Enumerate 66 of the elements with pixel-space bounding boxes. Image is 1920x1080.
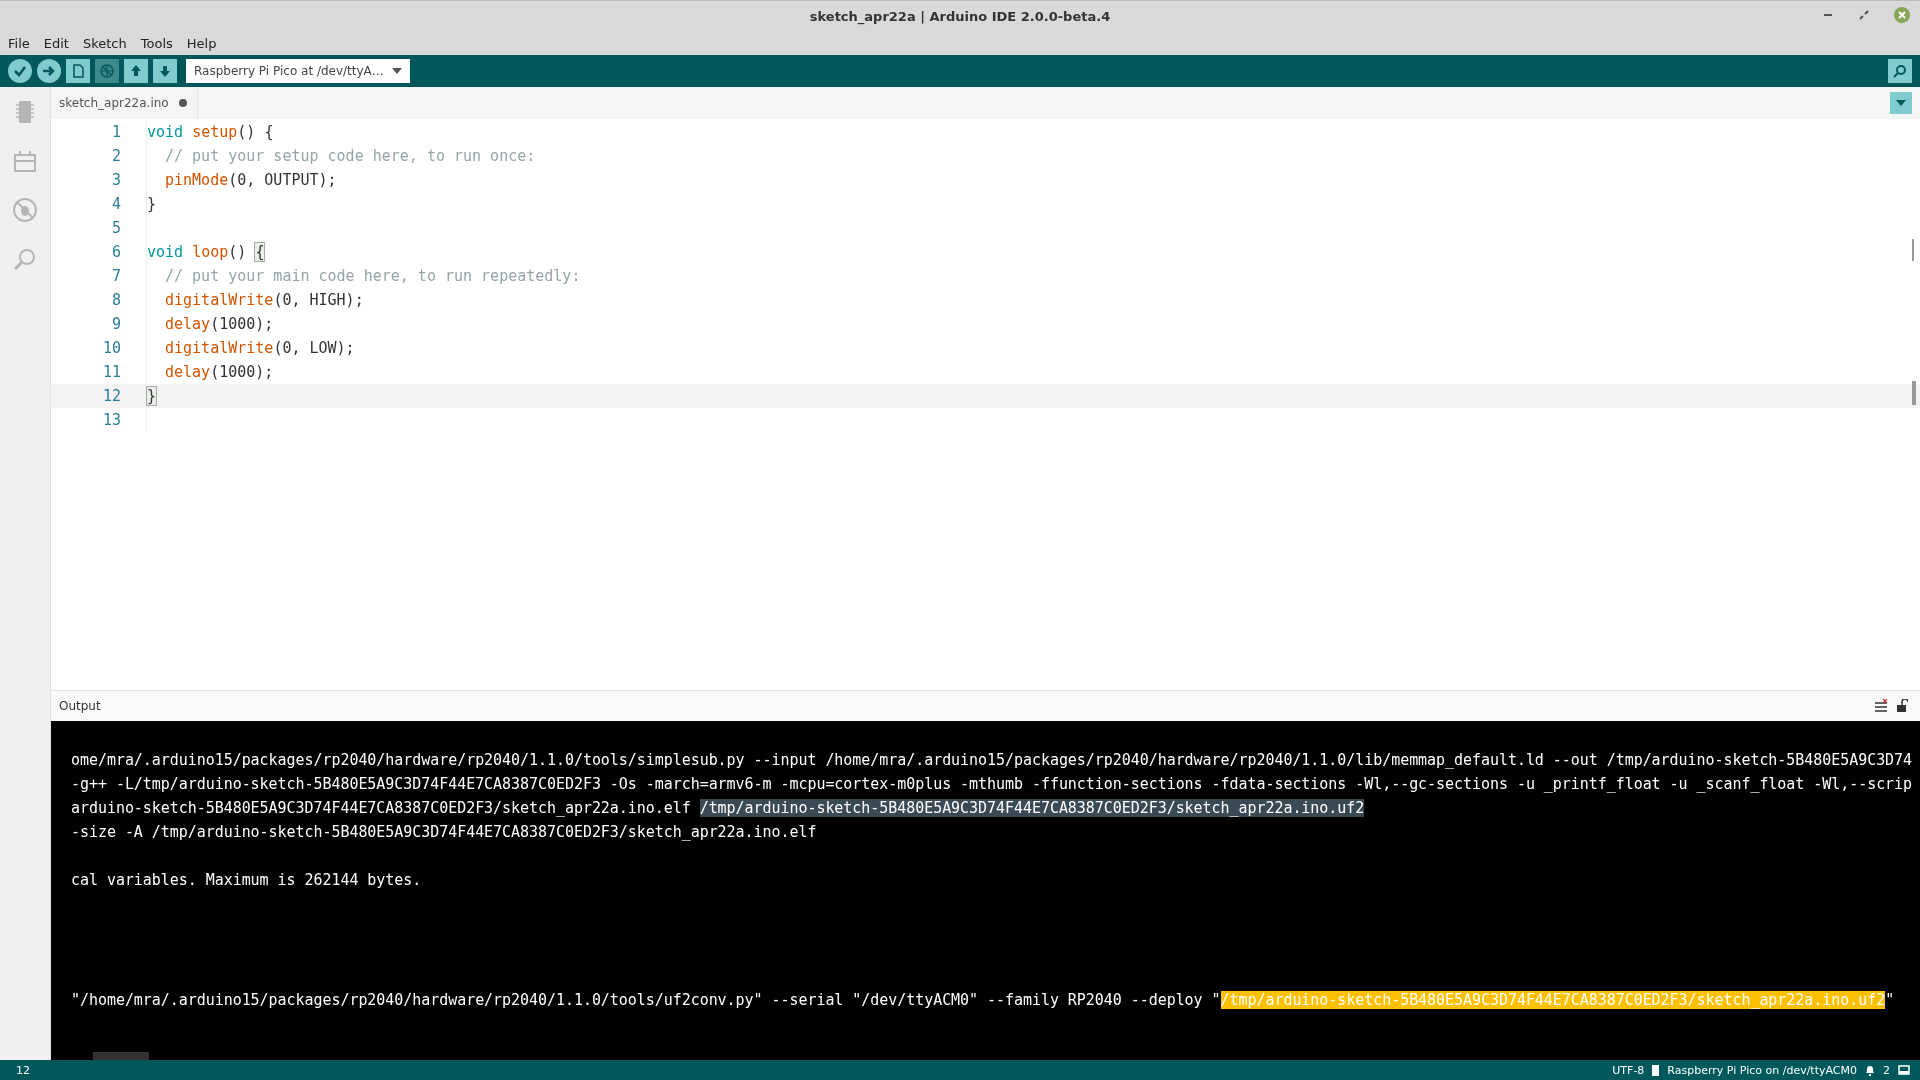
scrollbar-thumb[interactable] <box>1912 239 1914 261</box>
menu-item[interactable]: Help <box>186 35 217 51</box>
output-line: arduino-sketch-5B480E5A9C3D74F44E7CA8387C0ED2F3/sketch_apr22a.ino.elf /tmp/arduino-sketch-5B480E5A9C3D74F44E7CA8387C0ED2F3/sketch_apr22a.ino.uf2 <box>71 799 1365 817</box>
caret-icon <box>391 68 402 74</box>
board-status[interactable]: Raspberry Pi Pico on /dev/ttyACM0 <box>1667 1063 1857 1077</box>
panel-icon[interactable] <box>1898 1065 1910 1075</box>
code-line: void loop() { <box>147 242 265 263</box>
serial-monitor-button[interactable] <box>1888 59 1912 83</box>
bell-icon[interactable] <box>1865 1064 1875 1076</box>
menu-item[interactable]: Tools <box>140 35 173 51</box>
new-button[interactable] <box>66 59 90 83</box>
code-line: delay(1000); <box>165 314 274 335</box>
output-line: -g++ -L/tmp/arduino-sketch-5B480E5A9C3D74F44E7CA8387C0ED2F3 -Os -march=armv6-m -mcpu=cortex-m0plus -mthumb -ffunction-sections -fdata-sections -Wl,--gc-sections -u _printf_float -u _scanf_float -Wl,--scrip <box>71 775 1913 793</box>
line-indicator: 12 <box>16 1063 30 1077</box>
close-icon[interactable] <box>1894 7 1910 23</box>
output-title: Output <box>59 699 101 713</box>
board-selector[interactable]: Raspberry Pi Pico at /dev/ttyA… <box>186 59 410 83</box>
caret-icon <box>1896 100 1906 106</box>
up-arrow-icon <box>128 63 144 79</box>
save-button[interactable] <box>153 59 177 83</box>
tab-menu-button[interactable] <box>1890 92 1912 114</box>
line-number: 9 <box>110 315 122 333</box>
line-number: 3 <box>110 171 122 189</box>
menu-item[interactable]: Edit <box>43 35 69 51</box>
code-line: void setup() { <box>147 122 274 143</box>
code-line: digitalWrite(0, LOW); <box>165 338 355 359</box>
bug-icon <box>99 63 115 79</box>
line-number: 5 <box>110 219 122 237</box>
verify-button[interactable] <box>8 59 32 83</box>
line-number: 4 <box>110 195 122 213</box>
code-line: digitalWrite(0, HIGH); <box>165 290 364 311</box>
line-number: 11 <box>101 363 122 381</box>
line-number: 8 <box>110 291 122 309</box>
line-number: 6 <box>110 243 122 261</box>
clear-output-icon[interactable] <box>1874 699 1888 713</box>
line-number: 12 <box>101 387 122 405</box>
document-icon <box>70 63 86 79</box>
output-line: ome/mra/.arduino15/packages/rp2040/hardware/rp2040/1.1.0/tools/simplesub.py --input /home/mra/.arduino15/packages/rp2040/hardware/rp2040/1.1.0/lib/memmap_default.ld --out /tmp/arduino-sketch-5B480E5A9C3D74 <box>71 751 1913 769</box>
line-number: 13 <box>101 411 122 429</box>
magnifier-icon <box>1892 63 1908 79</box>
code-line: // put your setup code here, to run once: <box>165 146 536 167</box>
restore-icon[interactable] <box>1858 9 1870 21</box>
line-number: 10 <box>101 339 122 357</box>
code-line: pinMode(0, OUTPUT); <box>165 170 337 191</box>
open-button[interactable] <box>124 59 148 83</box>
down-arrow-icon <box>157 63 173 79</box>
code-line: } <box>147 194 157 215</box>
output-line: "/home/mra/.arduino15/packages/rp2040/hardware/rp2040/1.1.0/tools/uf2conv.py" --serial "/dev/ttyACM0" --family RP2040 --deploy "/tmp/arduino-sketch-5B480E5A9C3D74F44E7CA8387C0ED2F3/sketch_apr22a.ino.uf2" <box>71 991 1895 1009</box>
line-number: 7 <box>110 267 122 285</box>
notification-count[interactable]: 2 <box>1883 1063 1890 1077</box>
line-number: 2 <box>110 147 122 165</box>
menu-item[interactable]: File <box>8 35 30 51</box>
code-line: delay(1000); <box>165 362 274 383</box>
code-line: // put your main code here, to run repeatedly: <box>165 266 581 287</box>
board-icon <box>1652 1064 1660 1076</box>
menu-item[interactable]: Sketch <box>82 35 127 51</box>
scrollbar-thumb[interactable] <box>93 1052 149 1060</box>
output-line: -size -A /tmp/arduino-sketch-5B480E5A9C3D74F44E7CA8387C0ED2F3/sketch_apr22a.ino.elf <box>71 823 817 841</box>
window-title: sketch_apr22a | Arduino IDE 2.0.0-beta.4 <box>809 8 1111 24</box>
tab-label: sketch_apr22a.ino <box>59 96 169 110</box>
encoding-label[interactable]: UTF-8 <box>1612 1063 1645 1077</box>
upload-button[interactable] <box>37 59 61 83</box>
output-line: cal variables. Maximum is 262144 bytes. <box>71 871 422 889</box>
scrollbar-thumb[interactable] <box>1912 381 1916 405</box>
lock-icon[interactable] <box>1896 699 1908 713</box>
line-number: 1 <box>110 123 122 141</box>
